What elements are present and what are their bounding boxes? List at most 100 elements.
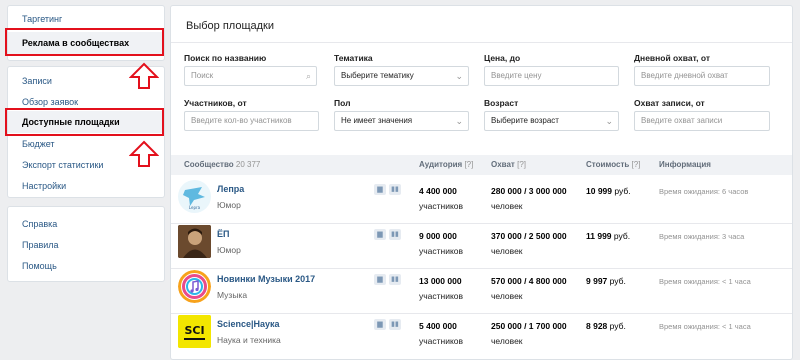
community-name[interactable]: ЁП	[217, 229, 230, 239]
age-select-value: Выберите возраст	[491, 116, 559, 125]
filter-label-members: Участников, от	[184, 98, 247, 108]
search-input[interactable]: Поиск ⌕	[184, 66, 317, 86]
price-placeholder: Введите цену	[491, 71, 542, 80]
column-header-cost-label: Стоимость	[586, 160, 630, 169]
chevron-down-icon: ⌄	[455, 116, 463, 126]
avatar[interactable]	[178, 270, 211, 303]
column-header-cost[interactable]: Стоимость [?]	[586, 160, 640, 169]
community-name[interactable]: Новинки Музыки 2017	[217, 274, 315, 284]
help-icon[interactable]: [?]	[632, 160, 641, 169]
sidebar-item-settings[interactable]: Настройки	[8, 180, 164, 192]
avatar[interactable]: SCI	[178, 315, 211, 348]
column-header-audience[interactable]: Аудитория [?]	[419, 160, 473, 169]
gender-select[interactable]: Не имеет значения ⌄	[334, 111, 469, 131]
post-reach-input[interactable]: Введите охват записи	[634, 111, 770, 131]
community-name[interactable]: Science|Наука	[217, 319, 280, 329]
chevron-down-icon: ⌄	[605, 116, 613, 126]
column-header-reach[interactable]: Охват [?]	[491, 160, 526, 169]
reach-unit: человек	[491, 291, 523, 301]
up-arrow-icon	[129, 140, 159, 167]
filter-label-search: Поиск по названию	[184, 53, 267, 63]
community-topic: Юмор	[217, 245, 241, 255]
column-header-reach-label: Охват	[491, 160, 515, 169]
audience-value: 5 400 000	[419, 321, 457, 331]
audience-value: 4 400 000	[419, 186, 457, 196]
price-value: 8 928	[586, 321, 608, 331]
divider	[171, 42, 792, 43]
stats-icon[interactable]: ▮▮	[389, 319, 401, 330]
members-input[interactable]: Введите кол-во участников	[184, 111, 319, 131]
sidebar-item-rules[interactable]: Правила	[8, 239, 164, 251]
price-value: 9 997	[586, 276, 608, 286]
price: 9 997 руб.	[586, 276, 626, 286]
help-icon[interactable]: [?]	[464, 160, 473, 169]
comment-icon[interactable]: ▆	[374, 184, 386, 195]
daily-reach-input[interactable]: Введите дневной охват	[634, 66, 770, 86]
filter-label-age: Возраст	[484, 98, 519, 108]
price: 10 999 руб.	[586, 186, 631, 196]
svg-text:SCI: SCI	[184, 324, 204, 337]
price-input[interactable]: Введите цену	[484, 66, 619, 86]
topic-select[interactable]: Выберите тематику ⌄	[334, 66, 469, 86]
community-topic: Наука и техника	[217, 335, 281, 345]
sidebar-item-reference[interactable]: Справка	[8, 218, 164, 230]
reach-value: 570 000 / 4 800 000	[491, 276, 567, 286]
wait-time: Время ожидания: < 1 часа	[659, 277, 751, 286]
column-header-community[interactable]: Сообщество 20 377	[184, 160, 260, 169]
members-placeholder: Введите кол-во участников	[191, 116, 292, 125]
sidebar-card-help: Справка Правила Помощь	[7, 206, 165, 282]
wait-time: Время ожидания: 6 часов	[659, 187, 749, 196]
sidebar-item-requests[interactable]: Обзор заявок	[8, 96, 164, 108]
table-header: Сообщество 20 377 Аудитория [?] Охват [?…	[171, 155, 792, 175]
avatar[interactable]: Lepra	[178, 180, 211, 213]
comment-icon[interactable]: ▆	[374, 229, 386, 240]
avatar[interactable]	[178, 225, 211, 258]
table-row[interactable]: Новинки Музыки 2017 Музыка ▆ ▮▮ 13 000 0…	[171, 266, 792, 314]
sidebar-item-targeting[interactable]: Таргетинг	[8, 13, 164, 25]
stats-icon[interactable]: ▮▮	[389, 184, 401, 195]
age-select[interactable]: Выберите возраст ⌄	[484, 111, 619, 131]
stats-icon[interactable]: ▮▮	[389, 229, 401, 240]
column-header-community-label: Сообщество	[184, 160, 234, 169]
post-reach-placeholder: Введите охват записи	[641, 116, 723, 125]
search-placeholder: Поиск	[191, 71, 214, 80]
community-name[interactable]: Лепра	[217, 184, 244, 194]
filter-label-post-reach: Охват записи, от	[634, 98, 705, 108]
filter-label-topic: Тематика	[334, 53, 373, 63]
sidebar-item-available-platforms[interactable]: Доступные площадки	[8, 111, 164, 133]
daily-reach-placeholder: Введите дневной охват	[641, 71, 728, 80]
lepra-logo-icon: Lepra	[183, 187, 205, 210]
stats-icon[interactable]: ▮▮	[389, 274, 401, 285]
price: 8 928 руб.	[586, 321, 626, 331]
price-currency: руб.	[609, 276, 626, 286]
reach-unit: человек	[491, 201, 523, 211]
table-row[interactable]: Lepra Лепра Юмор ▆ ▮▮ 4 400 000 участник…	[171, 176, 792, 224]
sidebar-item-community-ads[interactable]: Реклама в сообществах	[8, 32, 164, 54]
table-row[interactable]: SCI Science|Наука Наука и техника ▆ ▮▮ 5…	[171, 311, 792, 359]
price-currency: руб.	[609, 321, 626, 331]
price-currency: руб.	[613, 231, 631, 241]
audience-value: 9 000 000	[419, 231, 457, 241]
comment-icon[interactable]: ▆	[374, 274, 386, 285]
music-note-icon	[178, 270, 211, 303]
table-row[interactable]: ЁП Юмор ▆ ▮▮ 9 000 000 участников 370 00…	[171, 221, 792, 269]
sidebar-card-ads: Таргетинг Реклама в сообществах	[7, 5, 165, 61]
community-count: 20 377	[235, 160, 261, 169]
column-header-audience-label: Аудитория	[419, 160, 463, 169]
platform-selection-panel: Выбор площадки Поиск по названию Поиск ⌕…	[170, 5, 793, 360]
filter-label-price: Цена, до	[484, 53, 521, 63]
audience-unit: участников	[419, 246, 464, 256]
topic-select-value: Выберите тематику	[341, 71, 414, 80]
reach-unit: человек	[491, 246, 523, 256]
reach-value: 250 000 / 1 700 000	[491, 321, 567, 331]
science-logo-icon: SCI	[178, 315, 211, 348]
filter-label-daily-reach: Дневной охват, от	[634, 53, 710, 63]
comment-icon[interactable]: ▆	[374, 319, 386, 330]
price: 11 999 руб.	[586, 231, 630, 241]
community-topic: Музыка	[217, 290, 248, 300]
help-icon[interactable]: [?]	[517, 160, 526, 169]
search-icon: ⌕	[305, 71, 311, 81]
sidebar-item-help[interactable]: Помощь	[8, 260, 164, 272]
audience-unit: участников	[419, 201, 464, 211]
audience-unit: участников	[419, 336, 464, 346]
